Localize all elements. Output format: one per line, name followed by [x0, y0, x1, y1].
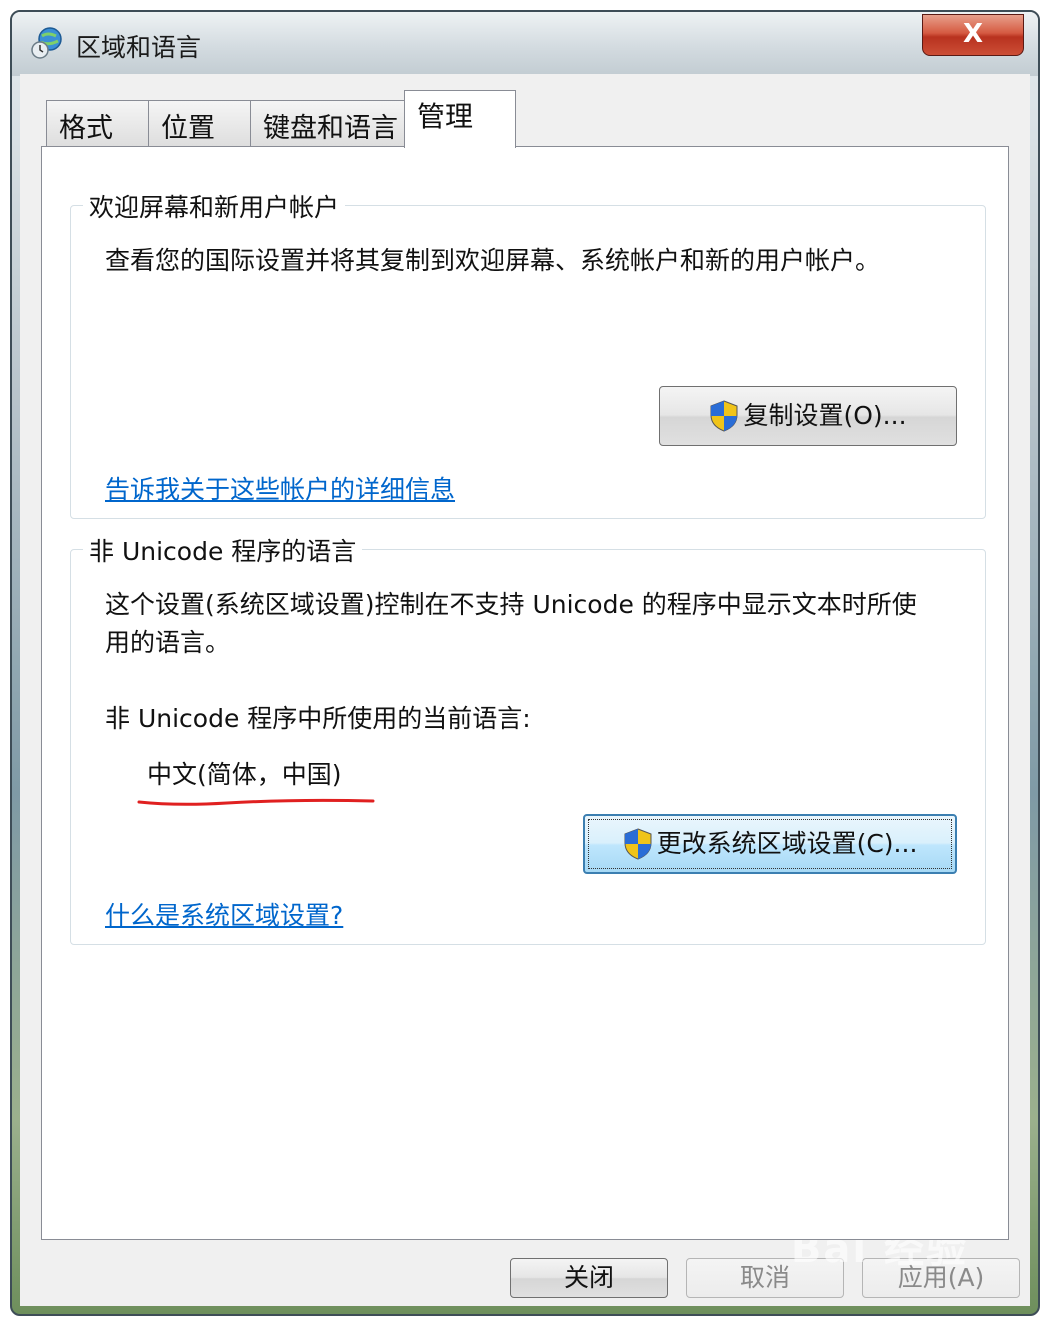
cancel-button[interactable]: 取消: [686, 1258, 844, 1298]
tab-location[interactable]: 位置: [148, 100, 252, 146]
globe-clock-icon: [31, 27, 62, 59]
welcome-screen-group: 欢迎屏幕和新用户帐户 查看您的国际设置并将其复制到欢迎屏幕、系统帐户和新的用户帐…: [70, 188, 986, 519]
welcome-description: 查看您的国际设置并将其复制到欢迎屏幕、系统帐户和新的用户帐户。: [105, 246, 881, 275]
uac-shield-icon: [710, 400, 738, 432]
what-is-system-locale-link[interactable]: 什么是系统区域设置?: [105, 896, 343, 932]
non-unicode-description-line1: 这个设置(系统区域设置)控制在不支持 Unicode 的程序中显示文本时所使: [105, 590, 917, 619]
copy-settings-button[interactable]: 复制设置(O)...: [659, 386, 957, 446]
uac-shield-icon: [624, 828, 652, 860]
dialog-window: 区域和语言 X 格式 位置 键盘和语言 管理 欢迎屏幕和新用户帐户 查看您的国际…: [10, 10, 1040, 1316]
close-window-button[interactable]: X: [922, 14, 1024, 56]
tab-formats[interactable]: 格式: [46, 100, 150, 146]
change-system-locale-button[interactable]: 更改系统区域设置(C)...: [583, 814, 957, 874]
administrative-tab-panel: 欢迎屏幕和新用户帐户 查看您的国际设置并将其复制到欢迎屏幕、系统帐户和新的用户帐…: [41, 146, 1009, 1240]
dialog-client-area: 格式 位置 键盘和语言 管理 欢迎屏幕和新用户帐户 查看您的国际设置并将其复制到…: [20, 74, 1030, 1306]
non-unicode-description-line2: 用的语言。: [105, 628, 231, 657]
change-system-locale-label: 更改系统区域设置(C)...: [656, 829, 918, 858]
title-bar[interactable]: 区域和语言 X: [12, 12, 1038, 76]
copy-settings-label: 复制设置(O)...: [743, 401, 907, 430]
non-unicode-description: 这个设置(系统区域设置)控制在不支持 Unicode 的程序中显示文本时所使 用…: [105, 586, 917, 662]
window-title: 区域和语言: [76, 33, 202, 62]
non-unicode-group-title: 非 Unicode 程序的语言: [83, 532, 363, 568]
welcome-group-title: 欢迎屏幕和新用户帐户: [83, 188, 346, 224]
accounts-info-link[interactable]: 告诉我关于这些帐户的详细信息: [105, 470, 455, 506]
current-language-label: 非 Unicode 程序中所使用的当前语言:: [105, 704, 531, 733]
current-language-value: 中文(简体，中国): [147, 760, 342, 789]
close-button[interactable]: 关闭: [510, 1258, 668, 1298]
tab-keyboards-languages[interactable]: 键盘和语言: [250, 100, 406, 146]
red-underline-annotation: [137, 798, 375, 806]
tab-administrative[interactable]: 管理: [404, 90, 516, 148]
apply-button[interactable]: 应用(A): [862, 1258, 1020, 1298]
non-unicode-group: 非 Unicode 程序的语言 这个设置(系统区域设置)控制在不支持 Unico…: [70, 532, 986, 945]
